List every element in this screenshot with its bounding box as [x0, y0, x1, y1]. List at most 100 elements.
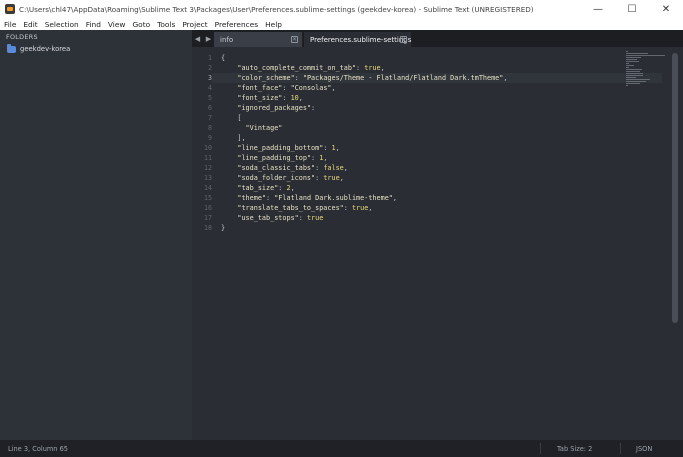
line-number: 9 — [208, 134, 212, 142]
menu-help[interactable]: Help — [265, 20, 282, 29]
minimap-line — [626, 59, 637, 60]
code-line: "line_padding_top": 1, — [221, 153, 641, 163]
code-token: "Consolas" — [290, 84, 332, 92]
code-token: , — [392, 194, 397, 202]
code-line: "font_size": 10, — [221, 93, 641, 103]
minimap-line — [626, 79, 650, 80]
menu-goto[interactable]: Goto — [132, 20, 150, 29]
status-bar: Line 3, Column 65 Tab Size: 2 JSON — [0, 440, 683, 457]
line-number: 16 — [204, 204, 212, 212]
minimap-line — [626, 77, 636, 78]
folder-name: geekdev-korea — [20, 45, 71, 53]
code-token: } — [221, 224, 226, 232]
code-token: "use_tab_stops" — [221, 214, 299, 222]
menu-edit[interactable]: Edit — [23, 20, 37, 29]
minimap-line — [626, 53, 648, 54]
line-number-gutter: 1 2 3 4 5 6 7 8 9 10 11 12 13 14 15 16 17 18 — [192, 53, 212, 233]
line-number: 7 — [208, 114, 212, 122]
code-token: "line_padding_bottom" — [221, 144, 324, 152]
code-line: "color_scheme": "Packages/Theme - Flatla… — [221, 73, 641, 83]
code-token: 10 — [290, 94, 299, 102]
code-line: ], — [221, 133, 641, 143]
minimap-line — [626, 75, 643, 76]
code-line: } — [221, 223, 641, 233]
sidebar-folder-geekdev-korea[interactable]: geekdev-korea — [7, 43, 192, 53]
menu-view[interactable]: View — [108, 20, 126, 29]
code-line: "ignored_packages": — [221, 103, 641, 113]
code-token: : — [311, 154, 320, 162]
minimap-line — [626, 83, 640, 84]
minimap-line — [626, 73, 644, 74]
code-token: : — [282, 84, 291, 92]
code-token: "auto_complete_commit_on_tab" — [221, 64, 357, 72]
code-token: : — [282, 94, 291, 102]
code-token: true — [306, 214, 324, 222]
minimap[interactable] — [626, 51, 666, 86]
code-token: false — [323, 164, 344, 172]
code-token: : — [266, 194, 275, 202]
menu-find[interactable]: Find — [86, 20, 101, 29]
tab-bar: ◀ ▶ info ✕ Preferences.sublime-settings … — [192, 30, 683, 47]
status-tab-size[interactable]: Tab Size: 2 — [557, 445, 592, 453]
line-number: 17 — [204, 214, 212, 222]
sidebar-header: FOLDERS — [6, 33, 38, 41]
minimap-line — [626, 81, 647, 82]
menu-tools[interactable]: Tools — [157, 20, 175, 29]
menu-file[interactable]: File — [4, 20, 16, 29]
line-number: 1 — [208, 54, 212, 62]
code-token: , — [339, 174, 344, 182]
minimap-line — [626, 67, 630, 68]
menu-project[interactable]: Project — [182, 20, 207, 29]
code-token: , — [503, 74, 508, 82]
code-token: [ — [221, 114, 242, 122]
menu-selection[interactable]: Selection — [45, 20, 79, 29]
editor-pane[interactable]: 1 2 3 4 5 6 7 8 9 10 11 12 13 14 15 16 17 18 { "auto_comp… — [192, 47, 683, 440]
code-token: true — [351, 204, 369, 212]
code-token: , — [298, 94, 303, 102]
line-number: 5 — [208, 94, 212, 102]
minimap-line — [626, 63, 629, 64]
code-token: "Flatland Dark.sublime-theme" — [274, 194, 393, 202]
code-token: : — [298, 214, 307, 222]
code-area[interactable]: { "auto_complete_commit_on_tab": true, "… — [221, 53, 641, 233]
code-token: , — [290, 184, 295, 192]
tab-label: info — [220, 35, 234, 44]
line-number: 4 — [208, 84, 212, 92]
line-number: 3 — [208, 74, 212, 82]
menu-preferences[interactable]: Preferences — [215, 20, 258, 29]
tab-scroll-right-icon[interactable]: ▶ — [206, 35, 211, 43]
tab-close-icon[interactable]: ✕ — [291, 36, 298, 43]
code-token: , — [323, 154, 328, 162]
code-token: , — [335, 144, 340, 152]
window-title: C:\Users\chl47\AppData\Roaming\Sublime T… — [19, 4, 534, 14]
code-token: : — [343, 204, 352, 212]
tab-scroll-left-icon[interactable]: ◀ — [195, 35, 200, 43]
tab-info[interactable]: info ✕ — [214, 32, 302, 47]
editor-scrollbar[interactable] — [672, 53, 678, 323]
minimap-line — [626, 85, 628, 86]
code-token: "ignored_packages" — [221, 104, 312, 112]
code-token: "translate_tabs_to_spaces" — [221, 204, 344, 212]
code-line: "translate_tabs_to_spaces": true, — [221, 203, 641, 213]
title-bar: C:\Users\chl47\AppData\Roaming\Sublime T… — [0, 0, 683, 18]
minimize-button[interactable]: — — [581, 0, 615, 18]
code-line: { — [221, 53, 641, 63]
status-syntax[interactable]: JSON — [636, 445, 652, 453]
line-number: 11 — [204, 154, 212, 162]
window-controls: — ☐ ✕ — [581, 0, 683, 18]
code-line: "soda_classic_tabs": false, — [221, 163, 641, 173]
sidebar: FOLDERS geekdev-korea — [0, 30, 192, 440]
tab-label: Preferences.sublime-settings — [310, 35, 412, 44]
maximize-button[interactable]: ☐ — [615, 0, 649, 18]
code-token: , — [331, 84, 336, 92]
code-line: "use_tab_stops": true — [221, 213, 641, 223]
close-window-button[interactable]: ✕ — [649, 0, 683, 18]
code-line: "tab_size": 2, — [221, 183, 641, 193]
code-token: : — [323, 144, 332, 152]
code-token: true — [364, 64, 381, 72]
sublime-app-icon — [5, 4, 15, 14]
tab-close-icon[interactable]: ✕ — [400, 36, 407, 43]
line-number: 13 — [204, 174, 212, 182]
tab-preferences-sublime-settings[interactable]: Preferences.sublime-settings ✕ — [304, 32, 411, 47]
code-token: , — [380, 64, 385, 72]
